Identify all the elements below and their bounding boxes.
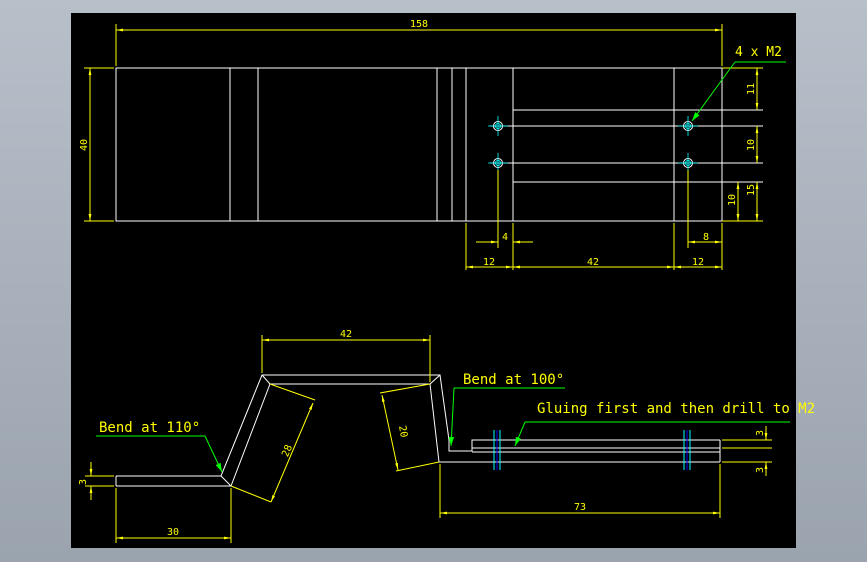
note-glue-drill: Gluing first and then drill to M2 <box>537 401 815 417</box>
dim-11: 11 <box>746 83 757 95</box>
dim-42-top: 42 <box>587 257 599 268</box>
dim-3-left: 3 <box>78 479 89 485</box>
dim-73: 73 <box>574 502 586 513</box>
note-bend-100: Bend at 100° <box>463 372 564 388</box>
dim-42-side: 42 <box>340 329 352 340</box>
dim-10-bottom: 10 <box>727 194 738 206</box>
dim-10-top: 10 <box>746 139 757 151</box>
dim-12-left: 12 <box>483 257 495 268</box>
dim-8: 8 <box>703 232 709 243</box>
cad-drawing: 158 40 11 10 15 10 4 8 12 42 12 4 x M2 4… <box>71 13 815 548</box>
dim-3-right-top: 3 <box>755 430 766 436</box>
dim-4: 4 <box>502 232 508 243</box>
dim-overall-length: 158 <box>410 19 428 30</box>
dim-3-right-bottom: 3 <box>755 467 766 473</box>
dim-12-right: 12 <box>692 257 704 268</box>
dim-height: 40 <box>79 139 90 151</box>
dim-20: 20 <box>396 425 409 439</box>
dim-15: 15 <box>746 184 757 196</box>
dim-30: 30 <box>167 527 179 538</box>
note-bend-110: Bend at 110° <box>99 420 200 436</box>
callout-4xM2: 4 x M2 <box>735 45 782 60</box>
